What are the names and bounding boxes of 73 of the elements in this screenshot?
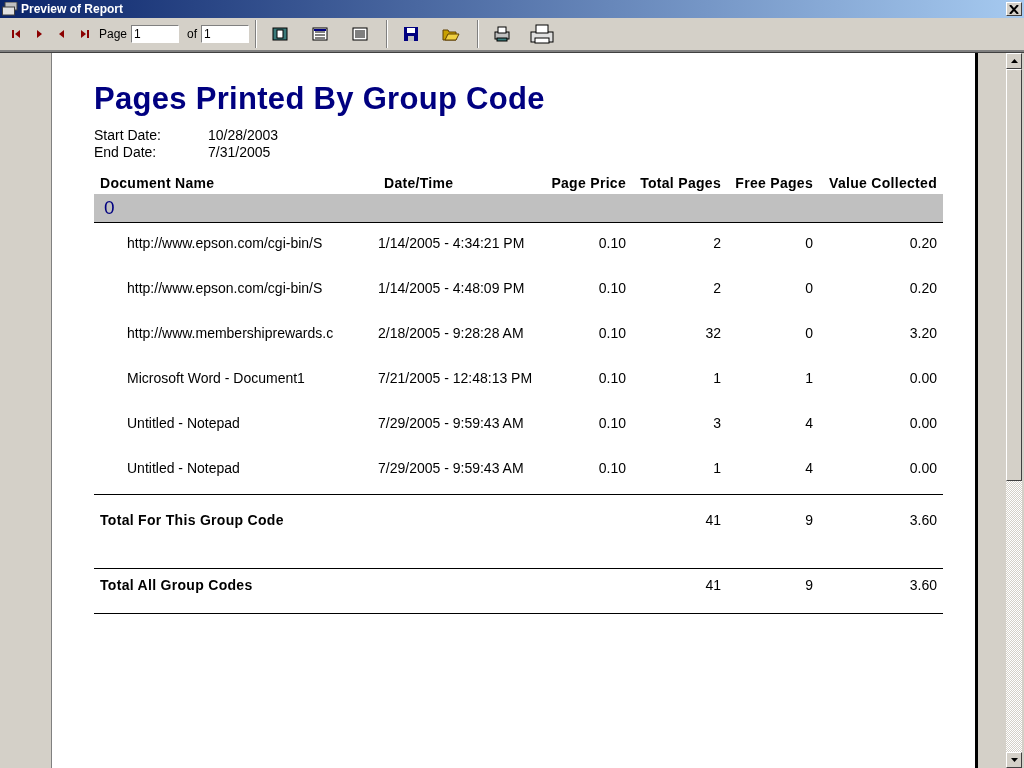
down-arrow-icon bbox=[1010, 758, 1018, 762]
scroll-up-button[interactable] bbox=[1006, 53, 1022, 69]
close-button[interactable] bbox=[1006, 2, 1022, 16]
group-code: 0 bbox=[104, 197, 115, 219]
table-cell-text: 7/29/2005 - 9:59:43 AM bbox=[378, 459, 525, 476]
total-cell-text: 41 bbox=[704, 512, 721, 528]
column-header: Value Collected bbox=[828, 175, 938, 191]
table-cell-text: 3.20 bbox=[908, 324, 938, 341]
window-title: Preview of Report bbox=[21, 2, 125, 16]
table-cell-text: 32 bbox=[704, 324, 721, 341]
table-cell-text: 2/18/2005 - 9:28:28 AM bbox=[378, 324, 525, 341]
table-cell-text: 3 bbox=[712, 414, 721, 431]
total-cell-text: 3.60 bbox=[908, 512, 938, 528]
first-page-icon bbox=[10, 29, 21, 39]
page-number-field[interactable]: 1 bbox=[131, 25, 180, 43]
date-label: End Date: bbox=[94, 144, 158, 161]
table-cell-text: 0.10 bbox=[597, 324, 626, 341]
table-cell-text: Untitled - Notepad bbox=[126, 459, 241, 476]
table-cell-text: 1/14/2005 - 4:34:21 PM bbox=[378, 234, 526, 251]
table-cell-text: 1 bbox=[804, 369, 813, 386]
page-count-field[interactable]: 1 bbox=[201, 25, 250, 43]
column-header: Total Pages bbox=[639, 175, 721, 191]
scroll-down-button[interactable] bbox=[1006, 752, 1022, 768]
total-cell-text: 41 bbox=[704, 577, 721, 593]
window-icon bbox=[2, 2, 18, 16]
table-cell-text: http://www.epson.com/cgi-bin/S bbox=[126, 279, 324, 296]
table-cell-text: 7/21/2005 - 12:48:13 PM bbox=[378, 369, 534, 386]
column-header: Page Price bbox=[550, 175, 626, 191]
table-cell-text: http://www.epson.com/cgi-bin/S bbox=[126, 234, 324, 251]
total-label: Total All Group Codes bbox=[99, 577, 254, 593]
table-cell-text: 7/29/2005 - 9:59:43 AM bbox=[378, 414, 525, 431]
up-arrow-icon bbox=[1010, 59, 1018, 63]
last-page-icon bbox=[79, 29, 90, 39]
total-cell-text: 9 bbox=[804, 577, 813, 593]
column-header: Free Pages bbox=[734, 175, 813, 191]
date-value: 7/31/2005 bbox=[208, 144, 272, 161]
table-cell-text: 0.10 bbox=[597, 234, 626, 251]
table-cell-text: 1 bbox=[712, 459, 721, 476]
report-title: Pages Printed By Group Code bbox=[94, 81, 546, 117]
table-cell-text: 0 bbox=[804, 234, 813, 251]
column-header: Document Name bbox=[99, 175, 216, 191]
table-cell-text: 2 bbox=[712, 279, 721, 296]
table-cell-text: 0.00 bbox=[908, 414, 938, 431]
table-cell-text: 0.10 bbox=[597, 414, 626, 431]
of-label: of bbox=[187, 27, 198, 41]
total-cell-text: 9 bbox=[804, 512, 813, 528]
table-cell-text: 1/14/2005 - 4:48:09 PM bbox=[378, 279, 526, 296]
total-cell-text: 3.60 bbox=[908, 577, 938, 593]
table-cell-text: 0.10 bbox=[597, 459, 626, 476]
table-cell-text: 0.20 bbox=[908, 279, 938, 296]
page-width-icon bbox=[312, 27, 329, 41]
date-value: 10/28/2003 bbox=[208, 127, 279, 144]
scroll-thumb[interactable] bbox=[1006, 69, 1022, 481]
page-label: Page bbox=[99, 27, 128, 41]
table-cell-text: 2 bbox=[712, 234, 721, 251]
table-cell-text: 0.10 bbox=[597, 279, 626, 296]
table-cell-text: 0.00 bbox=[908, 459, 938, 476]
table-cell-text: 1 bbox=[712, 369, 721, 386]
table-cell-text: 0 bbox=[804, 324, 813, 341]
table-cell-text: 0.10 bbox=[597, 369, 626, 386]
table-cell-text: 0.20 bbox=[908, 234, 938, 251]
table-cell-text: Untitled - Notepad bbox=[126, 414, 241, 431]
table-cell-text: Microsoft Word - Document1 bbox=[126, 369, 306, 386]
column-header: Date/Time bbox=[383, 175, 455, 191]
table-cell-text: 4 bbox=[804, 459, 813, 476]
table-cell-text: 0.00 bbox=[908, 369, 938, 386]
table-cell-text: http://www.membershiprewards.c bbox=[126, 324, 335, 341]
table-cell-text: 4 bbox=[804, 414, 813, 431]
vertical-scrollbar[interactable] bbox=[1006, 53, 1022, 768]
date-label: Start Date: bbox=[94, 127, 162, 144]
single-page-icon bbox=[272, 27, 289, 41]
total-label: Total For This Group Code bbox=[99, 512, 285, 528]
table-cell-text: 0 bbox=[804, 279, 813, 296]
